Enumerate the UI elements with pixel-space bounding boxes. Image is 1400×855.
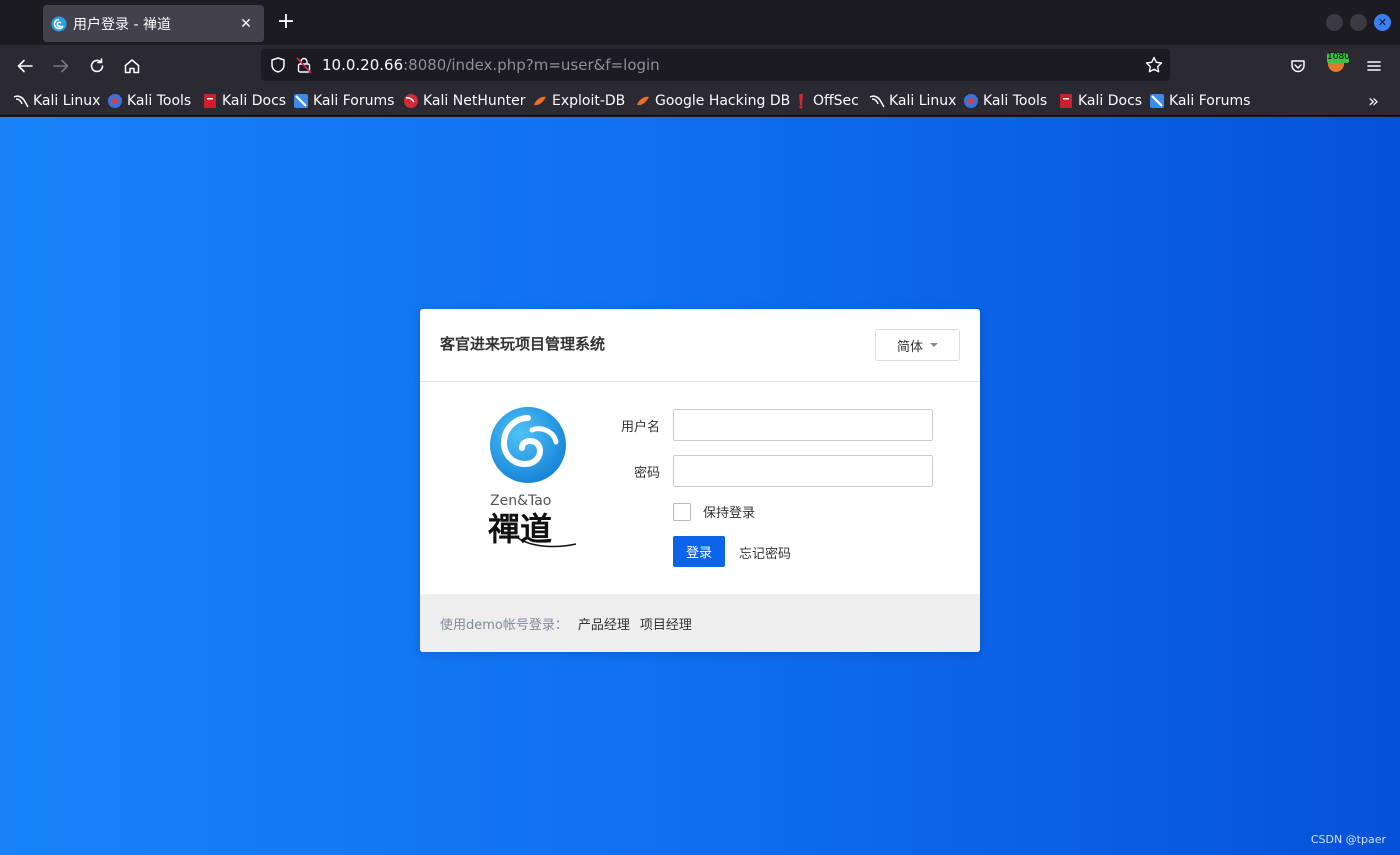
- keep-login-checkbox[interactable]: [673, 503, 691, 521]
- tab-strip: 用户登录 - 禅道 ✕ + ✕: [0, 0, 1400, 45]
- password-label: 密码: [633, 466, 660, 481]
- kali-docs-icon: [202, 93, 218, 109]
- bookmark-item[interactable]: Kali Tools: [107, 91, 191, 111]
- bookmark-label: Kali NetHunter: [423, 93, 526, 109]
- bookmark-item[interactable]: Kali NetHunter: [403, 91, 525, 111]
- username-input[interactable]: [673, 409, 933, 441]
- bookmark-item[interactable]: Exploit-DB: [532, 91, 625, 111]
- keep-login-label[interactable]: 保持登录: [703, 502, 755, 521]
- language-label: 简体: [896, 339, 923, 355]
- forgot-password-link[interactable]: 忘记密码: [739, 543, 791, 562]
- insecure-lock-icon[interactable]: [296, 56, 312, 78]
- maximize-button[interactable]: [1350, 14, 1367, 31]
- tab-title: 用户登录 - 禅道: [73, 16, 171, 33]
- home-button[interactable]: [120, 54, 144, 78]
- bookmark-label: Kali Forums: [1169, 93, 1251, 109]
- kali-forums-icon: [293, 93, 309, 109]
- bookmark-star-icon[interactable]: [1144, 55, 1164, 79]
- kali-dragon-icon: [869, 93, 885, 109]
- logo-text-en: Zen&Tao: [490, 493, 551, 509]
- bookmark-label: Google Hacking DB: [655, 93, 791, 109]
- url-host: 10.0.20.66: [322, 56, 404, 74]
- minimize-button[interactable]: [1326, 14, 1343, 31]
- bookmark-item[interactable]: Kali Linux: [869, 91, 956, 111]
- bookmark-label: Kali Tools: [127, 93, 192, 109]
- caret-down-icon: [930, 343, 938, 347]
- kali-forums-icon: [1149, 93, 1165, 109]
- page-title: 客官进来玩项目管理系统: [440, 335, 606, 353]
- navigation-toolbar: 10.0.20.66:8080/index.php?m=user&f=login…: [0, 45, 1400, 87]
- pocket-icon[interactable]: [1286, 54, 1310, 78]
- kali-tools-icon: [963, 93, 979, 109]
- url-bar[interactable]: 10.0.20.66:8080/index.php?m=user&f=login: [261, 49, 1170, 81]
- shield-icon[interactable]: [269, 56, 287, 78]
- forward-button[interactable]: [49, 54, 73, 78]
- kali-docs-icon: [1058, 93, 1074, 109]
- bookmark-item[interactable]: Kali Forums: [1149, 91, 1250, 111]
- kali-dragon-icon: [13, 93, 29, 109]
- login-page: 客官进来玩项目管理系统 简体 Zen&Tao 禪道 用户名 密码 保持登录 登录…: [0, 117, 1400, 855]
- zentao-logo: Zen&Tao 禪道: [488, 406, 588, 551]
- language-dropdown[interactable]: 简体: [875, 329, 960, 361]
- bookmark-label: Kali Docs: [1078, 93, 1143, 109]
- login-panel-header: 客官进来玩项目管理系统 简体: [420, 309, 980, 382]
- login-panel: 客官进来玩项目管理系统 简体 Zen&Tao 禪道 用户名 密码 保持登录 登录…: [420, 309, 980, 652]
- zentao-icon: [51, 16, 67, 32]
- bookmark-item[interactable]: Kali Linux: [13, 91, 100, 111]
- bookmark-item[interactable]: OffSec: [793, 91, 859, 111]
- watermark: CSDN @tpaer: [1310, 833, 1386, 846]
- login-button[interactable]: 登录: [673, 536, 725, 567]
- bookmark-item[interactable]: Kali Tools: [963, 91, 1047, 111]
- browser-tab[interactable]: 用户登录 - 禅道 ✕: [43, 5, 264, 42]
- logo-text-cn: 禪道: [488, 510, 552, 548]
- bookmark-label: Kali Docs: [222, 93, 287, 109]
- bookmarks-toolbar: Kali Linux Kali Tools Kali Docs Kali For…: [0, 87, 1400, 116]
- back-button[interactable]: [13, 54, 37, 78]
- chevron-double-right-icon[interactable]: »: [1368, 91, 1379, 112]
- extension-badge: 1080: [1327, 52, 1350, 62]
- close-tab-icon[interactable]: ✕: [238, 16, 254, 32]
- reload-button[interactable]: [85, 54, 109, 78]
- offsec-icon: [793, 93, 809, 109]
- username-label: 用户名: [620, 420, 660, 435]
- extension-icon[interactable]: 1080: [1325, 51, 1350, 73]
- ghdb-icon: [635, 93, 651, 109]
- bookmark-label: Kali Forums: [313, 93, 395, 109]
- demo-link-product-manager[interactable]: 产品经理: [578, 614, 630, 633]
- demo-accounts-bar: 使用demo帐号登录： 产品经理 项目经理: [420, 594, 980, 652]
- bookmark-label: Kali Linux: [33, 93, 101, 109]
- kali-nethunter-icon: [403, 93, 419, 109]
- bookmark-item[interactable]: Kali Forums: [293, 91, 394, 111]
- demo-label: 使用demo帐号登录：: [440, 617, 568, 633]
- exploit-db-icon: [532, 93, 548, 109]
- kali-tools-icon: [107, 93, 123, 109]
- bookmark-item[interactable]: Kali Docs: [1058, 91, 1142, 111]
- bookmark-label: Exploit-DB: [552, 93, 626, 109]
- bookmark-label: OffSec: [813, 93, 859, 109]
- bookmark-item[interactable]: Kali Docs: [202, 91, 286, 111]
- login-form: Zen&Tao 禪道 用户名 密码 保持登录 登录 忘记密码: [420, 382, 980, 594]
- url-text[interactable]: 10.0.20.66:8080/index.php?m=user&f=login: [322, 56, 660, 74]
- bookmark-label: Kali Linux: [889, 93, 957, 109]
- bookmark-item[interactable]: Google Hacking DB: [635, 91, 790, 111]
- new-tab-button[interactable]: +: [272, 9, 300, 37]
- close-window-button[interactable]: ✕: [1374, 14, 1391, 31]
- url-path: :8080/index.php?m=user&f=login: [403, 56, 660, 74]
- password-input[interactable]: [673, 455, 933, 487]
- menu-icon[interactable]: [1362, 54, 1386, 78]
- demo-link-project-manager[interactable]: 项目经理: [640, 614, 692, 633]
- bookmark-label: Kali Tools: [983, 93, 1048, 109]
